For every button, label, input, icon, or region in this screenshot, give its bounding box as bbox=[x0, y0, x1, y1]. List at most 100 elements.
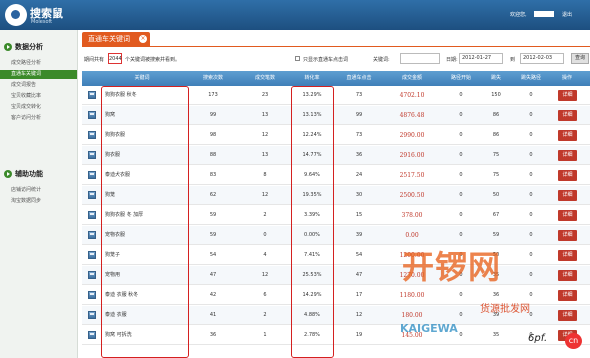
section-tools[interactable]: 辅助功能 bbox=[2, 167, 76, 181]
cell-amount: 2990.00 bbox=[399, 132, 425, 139]
watermark-url-2: 6pf. bbox=[528, 333, 548, 344]
cell-orders: 8 bbox=[263, 172, 267, 178]
detail-button[interactable]: 详细 bbox=[558, 130, 577, 141]
detail-button[interactable]: 详细 bbox=[558, 210, 577, 221]
cell-searches: 41 bbox=[209, 312, 217, 318]
chart-icon[interactable] bbox=[88, 131, 96, 139]
search-button[interactable]: 查询 bbox=[571, 53, 589, 64]
chart-icon[interactable] bbox=[88, 251, 96, 259]
keyword-highlight-box bbox=[101, 86, 189, 358]
sidebar-item-favorites[interactable]: 宝贝收藏比率 bbox=[0, 92, 77, 101]
chart-icon[interactable] bbox=[88, 151, 96, 159]
logout-link[interactable]: 退出 bbox=[562, 11, 572, 18]
detail-button[interactable]: 详细 bbox=[558, 290, 577, 301]
cell-bounce: 35 bbox=[492, 332, 500, 338]
sidebar-item-keywords[interactable]: 直通车关键词 bbox=[0, 70, 77, 79]
cell-searches: 98 bbox=[209, 132, 217, 138]
cell-orders: 13 bbox=[261, 112, 269, 118]
cell-clicks: 73 bbox=[355, 132, 363, 138]
date-from-input[interactable]: 2012-01-27 bbox=[459, 53, 503, 64]
cell-searches: 88 bbox=[209, 152, 217, 158]
sidebar-item-visitors[interactable]: 客户访问分析 bbox=[0, 114, 77, 123]
cell-amount: 2500.50 bbox=[399, 192, 425, 199]
detail-button[interactable]: 详细 bbox=[558, 250, 577, 261]
close-icon[interactable]: × bbox=[139, 35, 147, 43]
chart-icon[interactable] bbox=[88, 291, 96, 299]
count-suffix: 个关键词被搜索并看到。 bbox=[125, 57, 181, 63]
detail-button[interactable]: 详细 bbox=[558, 110, 577, 121]
col-searches[interactable]: 搜索次数 bbox=[188, 71, 238, 86]
section-data-analysis[interactable]: 数据分析 bbox=[2, 40, 76, 54]
chart-icon[interactable] bbox=[88, 271, 96, 279]
chart-icon[interactable] bbox=[88, 311, 96, 319]
cell-clicks: 15 bbox=[355, 212, 363, 218]
keyword-input[interactable] bbox=[400, 53, 440, 64]
col-path-start[interactable]: 路径开始 bbox=[440, 71, 482, 86]
chart-icon[interactable] bbox=[88, 171, 96, 179]
col-clicks[interactable]: 直通车点击 bbox=[334, 71, 384, 86]
col-rate[interactable]: 转化率 bbox=[290, 71, 334, 86]
cell-bounce-path: 0 bbox=[529, 232, 533, 238]
sidebar-item-shop-stats[interactable]: 店铺访问统计 bbox=[0, 186, 77, 195]
cell-clicks: 24 bbox=[355, 172, 363, 178]
cell-orders: 2 bbox=[263, 312, 267, 318]
detail-button[interactable]: 详细 bbox=[558, 90, 577, 101]
cell-amount: 2517.50 bbox=[399, 172, 425, 179]
col-orders[interactable]: 成交笔数 bbox=[242, 71, 288, 86]
col-bounce[interactable]: 跳失 bbox=[482, 71, 510, 86]
chart-icon[interactable] bbox=[88, 331, 96, 339]
cell-bounce: 50 bbox=[492, 192, 500, 198]
cell-bounce-path: 0 bbox=[529, 92, 533, 98]
chart-icon[interactable] bbox=[88, 211, 96, 219]
tab-underline bbox=[82, 46, 590, 47]
col-bounce-path[interactable]: 跳失路径 bbox=[510, 71, 552, 86]
sidebar-item-path-analysis[interactable]: 成交路径分析 bbox=[0, 59, 77, 68]
date-to-label: 到 bbox=[510, 57, 516, 63]
cell-path-start: 0 bbox=[459, 172, 463, 178]
only-clicks-checkbox[interactable] bbox=[295, 56, 300, 61]
cell-path-start: 0 bbox=[459, 112, 463, 118]
cell-orders: 2 bbox=[263, 212, 267, 218]
cell-orders: 23 bbox=[261, 92, 269, 98]
cell-searches: 59 bbox=[209, 212, 217, 218]
username-box bbox=[534, 11, 554, 17]
cell-clicks: 39 bbox=[355, 232, 363, 238]
play-circle-icon bbox=[4, 170, 12, 178]
watermark-subtitle: 货源批发网 bbox=[480, 304, 530, 315]
cell-bounce-path: 0 bbox=[529, 212, 533, 218]
detail-button[interactable]: 详细 bbox=[558, 190, 577, 201]
cell-searches: 59 bbox=[209, 232, 217, 238]
app-logo[interactable]: 搜索鼠 Molesoft bbox=[5, 3, 65, 27]
detail-button[interactable]: 详细 bbox=[558, 310, 577, 321]
cell-amount: 4702.10 bbox=[399, 92, 425, 99]
sidebar-item-sync[interactable]: 淘宝数据同步 bbox=[0, 197, 77, 206]
top-header: 搜索鼠 Molesoft 欢迎您, 退出 bbox=[0, 0, 590, 30]
section-title: 数据分析 bbox=[15, 43, 43, 51]
cell-orders: 4 bbox=[263, 252, 267, 258]
cell-path-start: 0 bbox=[459, 152, 463, 158]
keyword-count: 2044 bbox=[108, 53, 122, 64]
cell-bounce: 150 bbox=[491, 92, 501, 98]
count-prefix: 期间共有 bbox=[84, 57, 105, 63]
cell-searches: 54 bbox=[209, 252, 217, 258]
cell-bounce: 75 bbox=[492, 152, 500, 158]
cell-bounce-path: 0 bbox=[529, 252, 533, 258]
sidebar-item-order-report[interactable]: 成交词报告 bbox=[0, 81, 77, 90]
chart-icon[interactable] bbox=[88, 91, 96, 99]
cell-clicks: 17 bbox=[355, 292, 363, 298]
detail-button[interactable]: 详细 bbox=[558, 230, 577, 241]
cell-bounce-path: 0 bbox=[529, 172, 533, 178]
col-keyword[interactable]: 关键词 bbox=[102, 71, 182, 86]
date-label: 日期: bbox=[446, 57, 458, 63]
detail-button[interactable]: 详细 bbox=[558, 270, 577, 281]
watermark-cn-badge: cn bbox=[565, 333, 582, 349]
detail-button[interactable]: 详细 bbox=[558, 150, 577, 161]
chart-icon[interactable] bbox=[88, 111, 96, 119]
detail-button[interactable]: 详细 bbox=[558, 170, 577, 181]
cell-path-start: 0 bbox=[459, 212, 463, 218]
chart-icon[interactable] bbox=[88, 231, 96, 239]
chart-icon[interactable] bbox=[88, 191, 96, 199]
sidebar-item-conversion[interactable]: 宝贝成交转化 bbox=[0, 103, 77, 112]
date-to-input[interactable]: 2012-02-03 bbox=[520, 53, 564, 64]
col-amount[interactable]: 成交金额 bbox=[384, 71, 440, 86]
